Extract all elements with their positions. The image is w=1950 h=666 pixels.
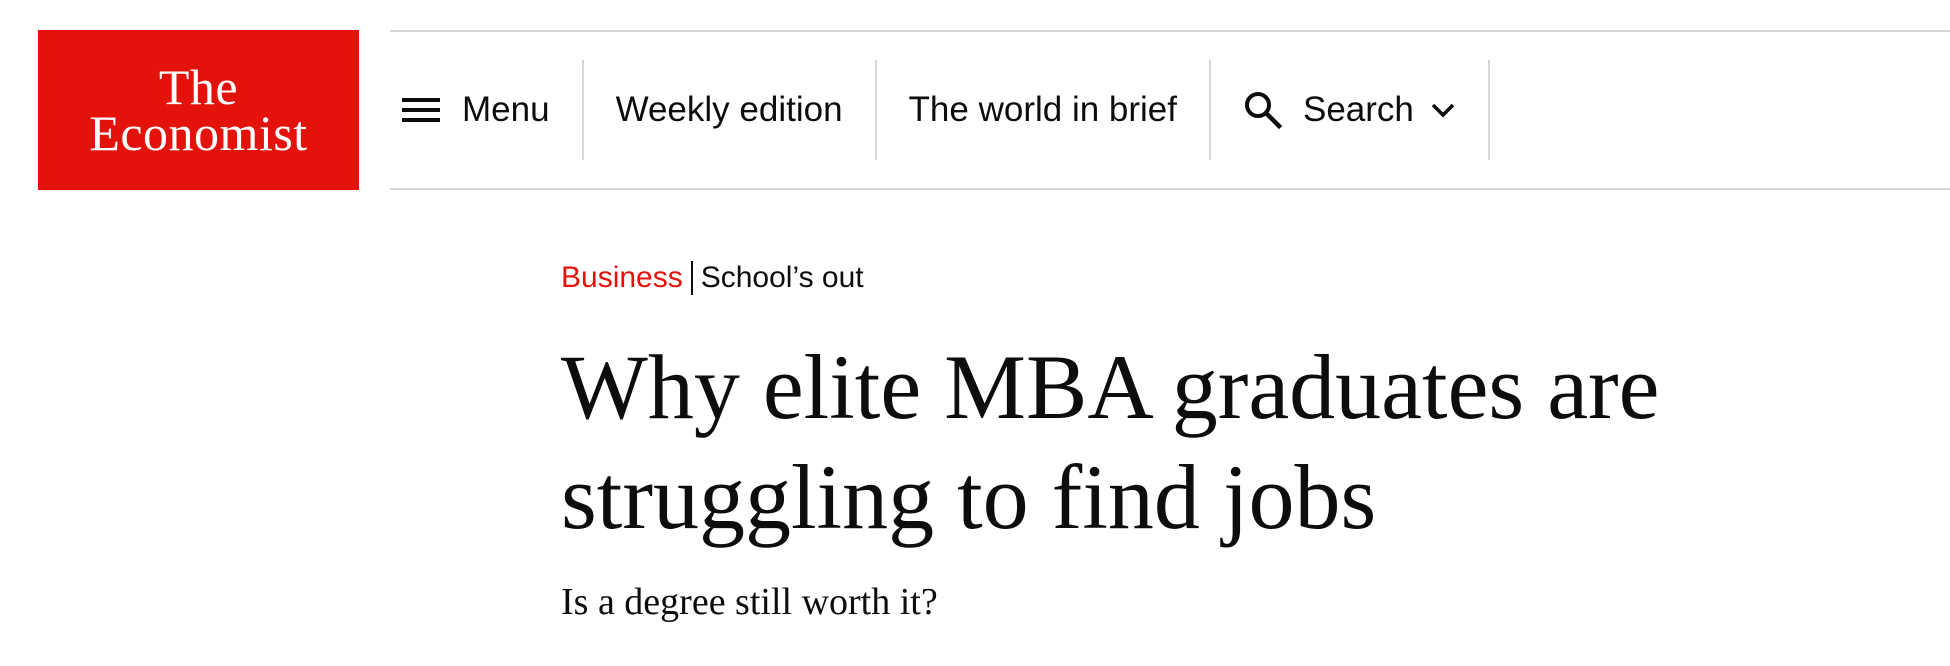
logo-line-1: The — [158, 59, 239, 115]
world-in-brief-link[interactable]: The world in brief — [877, 60, 1209, 160]
article-headline: Why elite MBA graduates are struggling t… — [561, 336, 1660, 548]
weekly-edition-link[interactable]: Weekly edition — [584, 60, 875, 160]
nav-divider — [1487, 60, 1490, 160]
nav-bottom-rule — [390, 188, 1950, 190]
article-topic: School’s out — [700, 261, 864, 294]
search-icon — [1245, 92, 1283, 130]
world-in-brief-label: The world in brief — [908, 90, 1177, 129]
hamburger-icon — [402, 96, 440, 124]
search-label: Search — [1303, 90, 1414, 129]
main-nav: Menu Weekly edition The world in brief S… — [390, 32, 1490, 188]
article-kicker: Business School’s out — [561, 258, 1861, 298]
kicker-divider — [690, 261, 693, 295]
logo-line-2: Economist — [89, 105, 308, 161]
menu-label: Menu — [462, 90, 550, 129]
article-header: Business School’s out Why elite MBA grad… — [561, 258, 1861, 626]
search-button[interactable]: Search — [1211, 60, 1488, 160]
economist-logo[interactable]: The Economist — [38, 30, 359, 190]
chevron-down-icon — [1431, 103, 1455, 118]
article-subheadline: Is a degree still worth it? — [561, 581, 938, 623]
weekly-edition-label: Weekly edition — [615, 90, 843, 129]
section-link[interactable]: Business — [561, 258, 683, 298]
menu-button[interactable]: Menu — [390, 60, 582, 160]
page: The Economist Menu Weekly edition The wo… — [0, 0, 1950, 666]
